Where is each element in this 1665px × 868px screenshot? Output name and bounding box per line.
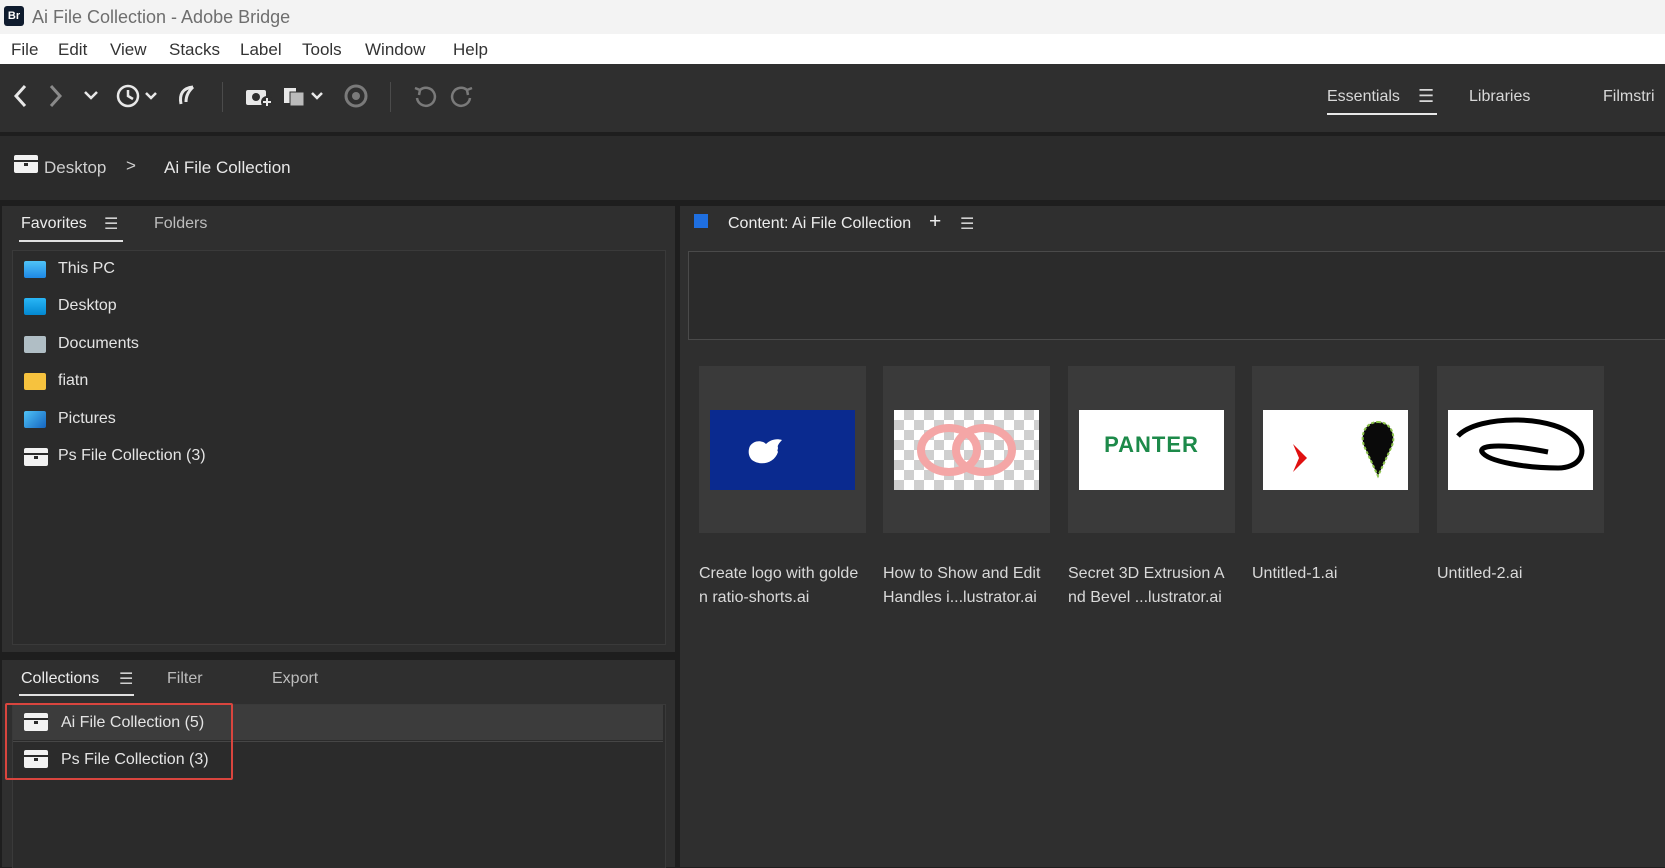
favorite-desktop[interactable]: Desktop [24,294,624,322]
favorite-this-pc[interactable]: This PC [24,257,624,285]
thumbnail-image [894,410,1039,490]
desktop-drive-icon [14,155,38,173]
camera-import-icon[interactable] [244,82,274,117]
menu-file[interactable]: File [11,40,38,60]
boomerang-icon[interactable] [175,82,199,117]
rotate-right-icon[interactable] [449,82,475,117]
thumbnail-image: PANTER [1079,410,1224,490]
tab-filter[interactable]: Filter [167,670,203,688]
recent-history-icon[interactable] [114,82,162,117]
thumbnail-card[interactable]: PANTER [1068,366,1235,533]
workspace-menu-icon[interactable]: ☰ [1418,86,1434,107]
menu-view[interactable]: View [110,40,147,60]
back-icon[interactable] [12,82,30,117]
aperture-icon[interactable] [343,82,369,117]
thumbnail-logo-text: PANTER [1104,432,1199,457]
documents-folder-icon [24,336,46,353]
thumbnail-label-line: Untitled-2.ai [1437,565,1523,582]
thumbnail-label[interactable]: How to Show and Edit Handles i...lustrat… [883,562,1061,610]
collections-tab-underline [19,694,134,696]
thumbnail-card[interactable] [883,366,1050,533]
folder-icon [24,373,46,390]
menu-stacks[interactable]: Stacks [169,40,220,60]
thumbnail-label-line: Secret 3D Extrusion A [1068,565,1225,582]
thumbnail-card[interactable] [1252,366,1419,533]
favorite-label: Documents [58,335,139,352]
thumbnail-label-line: Create logo with golde [699,565,859,582]
menu-label[interactable]: Label [240,40,282,60]
highlight-box [5,703,233,780]
thumbnail-label[interactable]: Untitled-1.ai [1252,562,1430,586]
favorite-label: This PC [58,260,115,277]
tab-favorites[interactable]: Favorites [21,215,87,233]
monitor-icon [24,261,46,278]
workspace-libraries[interactable]: Libraries [1469,88,1530,106]
favorite-label: fiatn [58,372,89,389]
window-title: Ai File Collection - Adobe Bridge [32,7,291,27]
bridge-app-icon: Br [4,6,24,26]
breadcrumb-desktop[interactable]: Desktop [44,158,106,178]
thumbnail-image [1448,410,1593,490]
toolbar-divider [390,82,391,112]
toolbar-divider [222,82,223,112]
thumbnail-label[interactable]: Untitled-2.ai [1437,562,1615,586]
favorite-pictures[interactable]: Pictures [24,407,624,435]
favorite-documents[interactable]: Documents [24,332,624,360]
collections-menu-icon[interactable]: ☰ [119,669,133,689]
menu-bar: File Edit View Stacks Label Tools Window… [0,34,1665,64]
forward-icon[interactable] [46,82,64,117]
thumbnail-label-line: How to Show and Edit [883,565,1041,582]
thumbnail-label[interactable]: Secret 3D Extrusion A nd Bevel ...lustra… [1068,562,1246,610]
workspace-filmstrip[interactable]: Filmstri [1603,88,1655,106]
favorite-fiatn[interactable]: fiatn [24,369,624,397]
tab-folders[interactable]: Folders [154,215,207,233]
collection-icon [24,448,48,466]
favorites-menu-icon[interactable]: ☰ [104,214,118,234]
content-header-area [688,251,1665,340]
favorites-tab-underline [19,240,123,242]
menu-tools[interactable]: Tools [302,40,342,60]
thumbnail-label[interactable]: Create logo with golde n ratio-shorts.ai [699,562,877,610]
desktop-folder-icon [24,298,46,315]
menu-help[interactable]: Help [453,40,488,60]
breadcrumb-separator-icon[interactable]: > [126,156,136,176]
thumbnail-card[interactable] [699,366,866,533]
thumbnail-label-line: nd Bevel ...lustrator.ai [1068,589,1222,606]
workspace-essentials[interactable]: Essentials [1327,88,1400,106]
favorite-label: Pictures [58,410,116,427]
tab-export[interactable]: Export [272,670,318,688]
content-title: Content: Ai File Collection [728,215,912,232]
thumbnail-label-line: n ratio-shorts.ai [699,589,810,606]
content-color-square-icon [694,214,708,228]
thumbnail-label-line: Handles i...lustrator.ai [883,589,1037,606]
thumbnail-image [710,410,855,490]
chevron-down-icon[interactable] [82,82,100,117]
menu-window[interactable]: Window [365,40,425,60]
thumbnail-card[interactable] [1437,366,1604,533]
workspace-active-underline [1327,113,1437,115]
tab-collections[interactable]: Collections [21,670,99,688]
pictures-folder-icon [24,411,46,428]
thumbnail-label-line: Untitled-1.ai [1252,565,1338,582]
refine-copies-icon[interactable] [282,82,330,117]
thumbnail-image [1263,410,1408,490]
favorite-label: Ps File Collection (3) [58,447,206,464]
favorite-ps-file-collection[interactable]: Ps File Collection (3) [24,444,624,472]
rotate-left-icon[interactable] [412,82,438,117]
content-menu-icon[interactable]: ☰ [960,214,974,234]
favorite-label: Desktop [58,297,117,314]
add-icon[interactable]: + [929,210,941,234]
breadcrumb-current[interactable]: Ai File Collection [164,158,291,178]
menu-edit[interactable]: Edit [58,40,87,60]
